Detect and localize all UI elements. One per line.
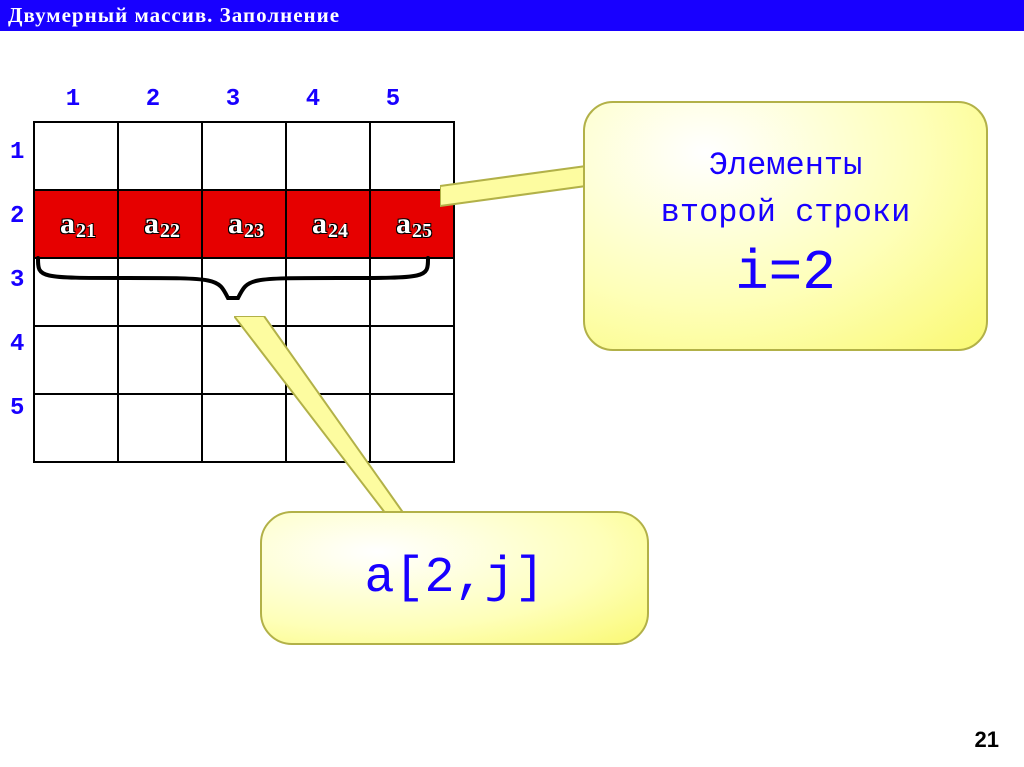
- grid-cell: [118, 326, 202, 394]
- row-label: 2: [10, 185, 28, 249]
- column-label: 3: [193, 86, 273, 113]
- callout-line: Элементы: [709, 147, 863, 184]
- table-row-highlighted: a 21 a 22 a 23 a 24: [34, 190, 454, 258]
- slide-stage: 1 2 3 4 5 1 2 3 4 5 a 21: [0, 31, 1024, 761]
- callout-text: a[2,j]: [364, 550, 544, 607]
- column-label: 1: [33, 86, 113, 113]
- cell-subscript: 25: [412, 220, 432, 243]
- row-labels: 1 2 3 4 5: [10, 121, 28, 441]
- row-label: 1: [10, 121, 28, 185]
- cell-var: a: [144, 207, 159, 241]
- callout-row-elements: Элементы второй строки i=2: [583, 101, 988, 351]
- page-number: 21: [975, 727, 999, 753]
- column-label: 2: [113, 86, 193, 113]
- cell-var: a: [60, 207, 75, 241]
- row-label: 4: [10, 313, 28, 377]
- grid-cell: [118, 122, 202, 190]
- row-label: 5: [10, 377, 28, 441]
- column-labels: 1 2 3 4 5: [33, 86, 433, 113]
- callout-line: i=2: [735, 241, 836, 305]
- grid-cell: a 21: [34, 190, 118, 258]
- grid-cell: [118, 394, 202, 462]
- grid-cell: a 24: [286, 190, 370, 258]
- column-label: 4: [273, 86, 353, 113]
- grid-cell: [286, 122, 370, 190]
- callout-line: второй строки: [661, 194, 911, 231]
- callout-arrow-icon: [234, 316, 454, 536]
- grid-cell: [34, 122, 118, 190]
- grid-cell: [202, 122, 286, 190]
- slide-title: Двумерный массив. Заполнение: [0, 0, 1024, 31]
- cell-subscript: 23: [244, 220, 264, 243]
- cell-subscript: 21: [76, 220, 96, 243]
- grid-cell: a 23: [202, 190, 286, 258]
- cell-var: a: [396, 207, 411, 241]
- brace-icon: [33, 253, 433, 313]
- grid-cell: a 22: [118, 190, 202, 258]
- callout-array-indexing: a[2,j]: [260, 511, 649, 645]
- cell-var: a: [228, 207, 243, 241]
- table-row: [34, 122, 454, 190]
- cell-subscript: 22: [160, 220, 180, 243]
- column-label: 5: [353, 86, 433, 113]
- row-label: 3: [10, 249, 28, 313]
- grid-cell: [34, 326, 118, 394]
- grid-cell: [34, 394, 118, 462]
- cell-var: a: [312, 207, 327, 241]
- cell-subscript: 24: [328, 220, 348, 243]
